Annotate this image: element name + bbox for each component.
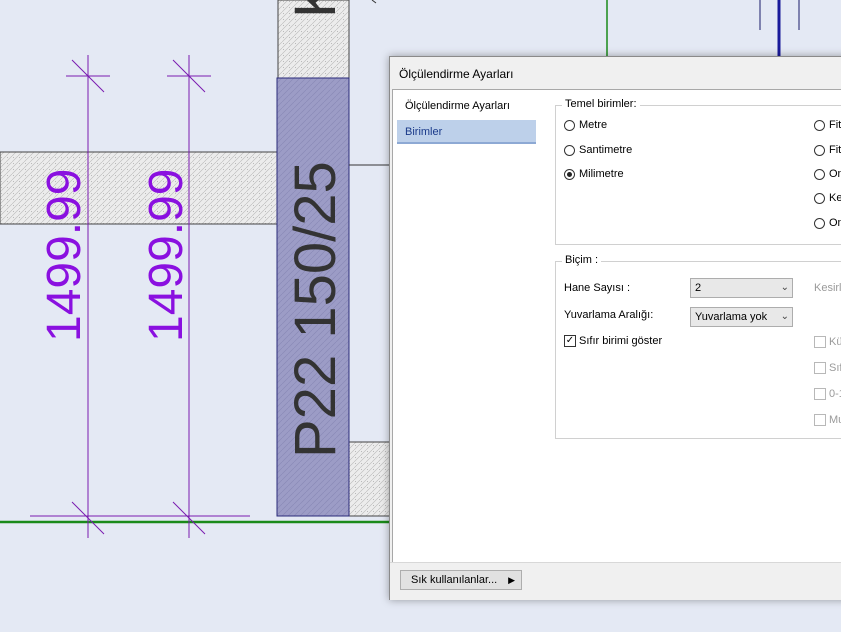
radio-metre-indicator[interactable] (564, 119, 575, 131)
radio-metre[interactable]: Metre (564, 118, 607, 134)
check-right-4-label: Mu (829, 414, 841, 426)
top-tick (371, 0, 377, 4)
top-label-partial: K (283, 0, 348, 18)
radio-right-3-label: On (829, 168, 841, 180)
radio-santimetre[interactable]: Santimetre (564, 143, 632, 159)
check-right-1-label: Kü (829, 336, 841, 348)
dimension-text-left: 1499.99 (38, 168, 91, 342)
decimals-value: 2 (695, 282, 702, 294)
base-units-title: Temel birimler: (562, 98, 640, 110)
radio-right-4-indicator[interactable] (814, 192, 825, 204)
dimension-settings-dialog[interactable]: Ölçülendirme Ayarları Ölçülendirme Ayarl… (389, 56, 841, 600)
check-right-2[interactable]: Sıf (814, 361, 841, 377)
wall-bottom-hatch (348, 441, 394, 517)
rounding-value: Yuvarlama yok (695, 311, 768, 323)
fraction-label: Kesirl (814, 282, 841, 294)
radio-right-4-label: Ke (829, 192, 841, 204)
show-zero-label: Sıfır birimi göster (579, 335, 663, 347)
dimension-text-right: 1499.99 (140, 168, 193, 342)
frequent-button[interactable]: Sık kullanılanlar... ▶ (400, 570, 522, 590)
radio-metre-label: Metre (579, 119, 608, 131)
radio-right-1-indicator[interactable] (814, 119, 825, 131)
decimals-combo[interactable]: 2 ⌄ (690, 278, 793, 298)
check-right-3-label: 0-1 (829, 388, 841, 400)
radio-right-2-indicator[interactable] (814, 144, 825, 156)
radio-right-5[interactable]: On (814, 216, 841, 232)
rounding-label: Yuvarlama Aralığı: (564, 309, 654, 321)
triangle-right-icon: ▶ (508, 575, 515, 585)
radio-milimetre[interactable]: Milimetre (564, 167, 624, 183)
column-label: P22 150/25 (283, 161, 348, 458)
rounding-combo[interactable]: Yuvarlama yok ⌄ (690, 307, 793, 327)
dialog-title: Ölçülendirme Ayarları (399, 67, 514, 81)
radio-milimetre-indicator[interactable] (564, 168, 575, 180)
chevron-down-icon: ⌄ (780, 282, 789, 293)
radio-right-5-label: On (829, 217, 841, 229)
units-panel: Temel birimler: Metre Santimetre Milimet… (541, 89, 841, 562)
radio-right-3-indicator[interactable] (814, 168, 825, 180)
radio-right-1[interactable]: Fit (814, 118, 841, 134)
check-right-2-box[interactable] (814, 362, 826, 375)
decimals-label: Hane Sayısı : (564, 282, 631, 294)
radio-right-2[interactable]: Fit (814, 143, 841, 159)
frequent-button-label: Sık kullanılanlar... (411, 574, 498, 586)
check-right-1[interactable]: Kü (814, 335, 841, 351)
nav-panel: Ölçülendirme Ayarları Birimler (392, 89, 542, 563)
format-group: Biçim : Hane Sayısı : 2 ⌄ Kesirl Yuvarla… (555, 254, 841, 439)
radio-santimetre-indicator[interactable] (564, 144, 575, 156)
radio-right-3[interactable]: On (814, 167, 841, 183)
check-right-4-box[interactable] (814, 414, 826, 427)
check-right-2-label: Sıf (829, 362, 841, 374)
check-right-3-box[interactable] (814, 388, 826, 401)
show-zero-checkbox[interactable]: ✓ Sıfır birimi göster (564, 334, 662, 350)
nav-item-dimension-settings[interactable]: Ölçülendirme Ayarları (397, 94, 536, 118)
check-right-1-box[interactable] (814, 336, 826, 349)
base-units-group: Temel birimler: Metre Santimetre Milimet… (555, 98, 841, 245)
radio-right-5-indicator[interactable] (814, 217, 825, 229)
check-icon[interactable]: ✓ (564, 335, 576, 348)
radio-right-1-label: Fit (829, 119, 841, 131)
nav-item-units[interactable]: Birimler (397, 120, 536, 144)
dialog-bottom-bar: Sık kullanılanlar... ▶ (390, 562, 841, 600)
radio-milimetre-label: Milimetre (579, 168, 624, 180)
radio-right-2-label: Fit (829, 144, 841, 156)
format-title: Biçim : (562, 254, 601, 266)
chevron-down-icon: ⌄ (780, 311, 789, 322)
radio-santimetre-label: Santimetre (579, 144, 633, 156)
check-right-4[interactable]: Mu (814, 413, 841, 429)
radio-right-4[interactable]: Ke (814, 191, 841, 207)
check-right-3[interactable]: 0-1 (814, 387, 841, 403)
